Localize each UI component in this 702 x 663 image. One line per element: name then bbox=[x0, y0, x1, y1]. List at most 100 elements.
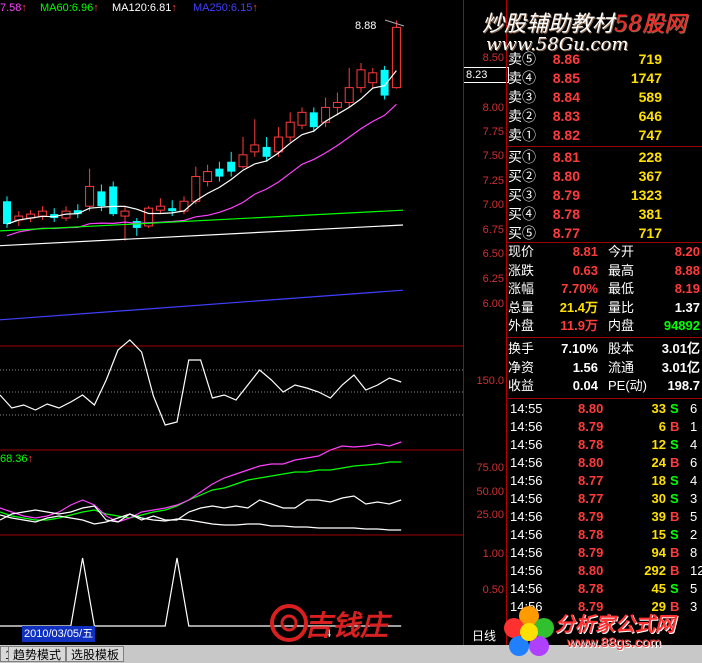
quote-label: 外盘 bbox=[508, 318, 535, 333]
bid-label: 买⑤ bbox=[508, 225, 536, 241]
kline-chart-area[interactable]: 7.58↑ MA60:6.96↑ MA120:6.81↑ MA250:6.15↑… bbox=[0, 0, 465, 645]
toolbar-tab-stock-template[interactable]: 选股模板 bbox=[66, 646, 125, 662]
trade-row[interactable]: 14:56 8.77 30 S 3 bbox=[508, 490, 702, 508]
divider bbox=[508, 146, 702, 147]
trade-volume: 94 bbox=[651, 545, 666, 560]
ask-list: 卖⑤ 8.86 719 卖④ 8.85 1747 卖③ 8.84 589 卖② 8.83 646… bbox=[508, 50, 702, 145]
bid-row-4[interactable]: 买④ 8.78 381 bbox=[508, 205, 702, 224]
ma-label-60-text: MA60:6.96 bbox=[40, 2, 94, 14]
trade-side: S bbox=[670, 527, 679, 542]
candle-body bbox=[285, 121, 295, 138]
bid-volume: 228 bbox=[638, 149, 662, 165]
divider bbox=[508, 398, 702, 399]
trade-price: 8.79 bbox=[578, 509, 604, 524]
trade-volume: 39 bbox=[651, 509, 666, 524]
ma-arrow-120-icon: ↑ bbox=[171, 2, 177, 14]
sub2-arrow-icon: ↑ bbox=[27, 453, 34, 465]
trade-volume: 30 bbox=[651, 491, 666, 506]
sub3-y-tick: 0.50 bbox=[482, 584, 504, 596]
bid-volume: 1323 bbox=[630, 187, 662, 203]
ask-row-2[interactable]: 卖② 8.83 646 bbox=[508, 107, 702, 126]
trade-price: 8.80 bbox=[578, 455, 604, 470]
bid-row-2[interactable]: 买② 8.80 367 bbox=[508, 167, 702, 186]
finance-label: 股本 bbox=[608, 341, 635, 356]
ask-row-3[interactable]: 卖③ 8.84 589 bbox=[508, 88, 702, 107]
chart-canvas[interactable] bbox=[0, 0, 465, 645]
ask-row-1[interactable]: 卖① 8.82 747 bbox=[508, 126, 702, 145]
quote-row: 涨幅 7.70% 最低 8.19 bbox=[508, 280, 702, 299]
trade-row[interactable]: 14:55 8.80 33 S 6 bbox=[508, 400, 702, 418]
ask-volume: 646 bbox=[638, 108, 662, 124]
ma-arrow-60-icon: ↑ bbox=[93, 2, 99, 14]
quote-label: 最低 bbox=[608, 281, 635, 296]
trade-row[interactable]: 14:56 8.78 45 S 5 bbox=[508, 580, 702, 598]
candle-body bbox=[332, 101, 342, 108]
chart-right-border bbox=[463, 0, 464, 645]
trade-volume: 18 bbox=[651, 473, 666, 488]
trade-count: 5 bbox=[690, 581, 698, 596]
trade-price: 8.78 bbox=[578, 527, 604, 542]
quote-value: 8.20 bbox=[674, 244, 700, 259]
ma-line bbox=[6, 70, 397, 225]
bid-label: 买② bbox=[508, 168, 536, 184]
trade-row[interactable]: 14:56 8.80 24 B 6 bbox=[508, 454, 702, 472]
trade-time: 14:56 bbox=[510, 473, 543, 488]
trade-count: 8 bbox=[690, 545, 698, 560]
trade-row[interactable]: 14:56 8.78 12 S 4 bbox=[508, 436, 702, 454]
finance-row: 净资 1.56 流通 3.01亿 bbox=[508, 359, 702, 378]
panel-divider bbox=[506, 0, 507, 645]
ma-label-120: MA120:6.81↑ bbox=[112, 2, 177, 14]
trade-time: 14:56 bbox=[510, 509, 543, 524]
trade-time: 14:56 bbox=[510, 545, 543, 560]
bid-row-1[interactable]: 买① 8.81 228 bbox=[508, 148, 702, 167]
trade-side: B bbox=[670, 455, 680, 470]
ask-price: 8.84 bbox=[552, 89, 580, 105]
sub2-y-tick: 25.00 bbox=[476, 509, 504, 521]
candle-body bbox=[238, 154, 248, 168]
finance-summary: 换手 7.10% 股本 3.01亿 净资 1.56 流通 3.01亿 收益 0.04 PE(动) 19… bbox=[508, 340, 702, 396]
candle-body bbox=[250, 144, 260, 153]
bid-row-5[interactable]: 买⑤ 8.77 717 bbox=[508, 224, 702, 243]
quote-row: 外盘 11.9万 内盘 94892 bbox=[508, 317, 702, 336]
sub2-value-text: 68.36 bbox=[0, 453, 28, 465]
trade-row[interactable]: 14:56 8.79 94 B 8 bbox=[508, 544, 702, 562]
trade-price: 8.79 bbox=[578, 545, 604, 560]
trade-price: 8.77 bbox=[578, 473, 604, 488]
quote-label: 最高 bbox=[608, 262, 635, 278]
y-tick: 7.50 bbox=[482, 150, 504, 162]
finance-label: 换手 bbox=[508, 341, 535, 356]
ask-volume: 1747 bbox=[630, 70, 662, 86]
bid-price: 8.80 bbox=[552, 168, 580, 184]
trade-side: S bbox=[670, 491, 679, 506]
trade-side: B bbox=[670, 563, 680, 578]
ma-label-60: MA60:6.96↑ bbox=[40, 2, 99, 14]
quote-label: 涨幅 bbox=[508, 281, 535, 296]
sub3-y-tick: 1.00 bbox=[482, 548, 504, 560]
ask-price: 8.83 bbox=[552, 108, 580, 124]
ask-row-4[interactable]: 卖④ 8.85 1747 bbox=[508, 69, 702, 88]
trade-row[interactable]: 14:56 8.78 15 S 2 bbox=[508, 526, 702, 544]
finance-label: 流通 bbox=[608, 359, 635, 375]
bid-row-3[interactable]: 买③ 8.79 1323 bbox=[508, 186, 702, 205]
candle-body bbox=[97, 191, 106, 207]
candle-body bbox=[297, 111, 307, 126]
trade-row[interactable]: 14:56 8.79 6 B 1 bbox=[508, 418, 702, 436]
trade-row[interactable]: 14:56 8.80 292 B 12 bbox=[508, 562, 702, 580]
indicator-line bbox=[0, 513, 402, 531]
ma-arrow-1-icon: ↑ bbox=[21, 2, 27, 14]
trade-count: 4 bbox=[690, 437, 698, 452]
toolbar-tab-trend-mode[interactable]: 趋势模式 bbox=[8, 646, 67, 662]
candle-body bbox=[309, 112, 318, 128]
trade-row[interactable]: 14:56 8.77 18 S 4 bbox=[508, 472, 702, 490]
y-tick: 7.25 bbox=[482, 175, 504, 187]
period-label[interactable]: 日线 bbox=[472, 627, 496, 644]
trade-time: 14:55 bbox=[510, 401, 543, 416]
ask-volume: 589 bbox=[638, 89, 662, 105]
quote-panel: 卖⑤ 8.86 719 卖④ 8.85 1747 卖③ 8.84 589 卖② 8.83 646… bbox=[508, 50, 702, 645]
trade-row[interactable]: 14:56 8.79 39 B 5 bbox=[508, 508, 702, 526]
site-name: 分析家公式网 bbox=[555, 614, 675, 636]
y-tick: 8.00 bbox=[482, 102, 504, 114]
quote-value: 8.19 bbox=[674, 281, 700, 296]
trade-price: 8.80 bbox=[578, 401, 604, 416]
trade-count: 12 bbox=[690, 563, 702, 578]
